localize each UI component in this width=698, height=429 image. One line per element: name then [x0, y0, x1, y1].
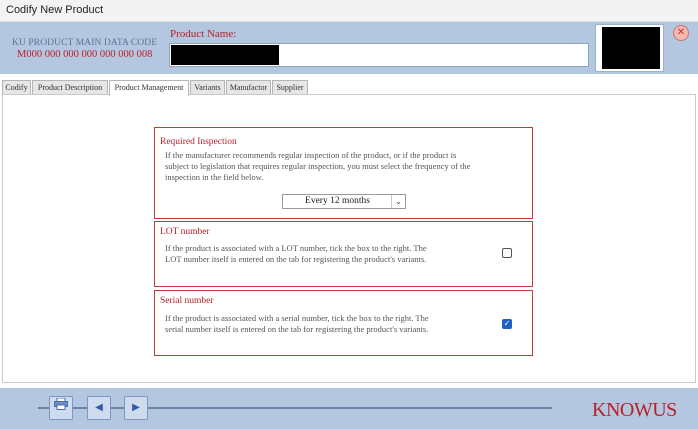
tab-product-management[interactable]: Product Management — [109, 80, 189, 96]
main-data-code-value: M000 000 000 000 000 000 008 — [17, 49, 153, 60]
required-inspection-panel: Required Inspection If the manufacturer … — [154, 127, 533, 219]
lot-number-text-line: LOT number itself is entered on the tab … — [165, 254, 427, 264]
tab-supplier[interactable]: Supplier — [272, 80, 308, 95]
tab-content: Required Inspection If the manufacturer … — [2, 94, 696, 383]
redacted-image — [602, 27, 660, 69]
title-bar: Codify New Product — [0, 0, 698, 22]
serial-number-panel: Serial number If the product is associat… — [154, 290, 533, 356]
lot-number-checkbox[interactable] — [502, 248, 512, 258]
arrow-right-icon[interactable]: ▶ — [124, 396, 148, 420]
inspection-text-line: subject to legislation that requires reg… — [165, 161, 471, 171]
printer-icon[interactable] — [49, 396, 73, 420]
window-title: Codify New Product — [6, 4, 104, 16]
tab-variants[interactable]: Variants — [190, 80, 225, 95]
product-header: KU PRODUCT MAIN DATA CODE M000 000 000 0… — [0, 22, 698, 74]
knowus-logo: KNOWUS — [592, 399, 677, 421]
inspection-title: Required Inspection — [160, 137, 237, 147]
main-data-code-label: KU PRODUCT MAIN DATA CODE — [12, 38, 158, 48]
inspection-frequency-select[interactable]: Every 12 months ⌄ — [282, 194, 406, 209]
serial-number-title: Serial number — [160, 296, 214, 306]
lot-number-panel: LOT number If the product is associated … — [154, 221, 533, 287]
serial-number-text-line: If the product is associated with a seri… — [165, 313, 429, 323]
product-name-label: Product Name: — [170, 28, 237, 40]
inspection-text-line: inspection in the field below. — [165, 172, 264, 182]
product-name-input[interactable] — [169, 43, 589, 67]
tab-codify[interactable]: Codify — [2, 80, 31, 95]
inspection-frequency-value: Every 12 months — [305, 196, 370, 206]
arrow-left-icon[interactable]: ◀ — [87, 396, 111, 420]
tab-manufactor[interactable]: Manufactor — [226, 80, 271, 95]
redacted-product-name — [171, 45, 279, 65]
lot-number-text-line: If the product is associated with a LOT … — [165, 243, 427, 253]
serial-number-text-line: serial number itself is entered on the t… — [165, 324, 429, 334]
footer-bar: ◀ ▶ KNOWUS — [0, 388, 698, 429]
serial-number-checkbox[interactable]: ✓ — [502, 319, 512, 329]
chevron-down-icon[interactable]: ⌄ — [391, 195, 405, 208]
close-icon[interactable]: ✕ — [673, 25, 689, 41]
tab-product-description[interactable]: Product Description — [32, 80, 108, 95]
navigation-track — [38, 407, 552, 409]
tab-bar: Codify Product Description Product Manag… — [0, 80, 698, 96]
printer-glyph — [54, 397, 68, 410]
logo-text: KNOWUS — [592, 399, 677, 421]
inspection-text-line: If the manufacturer recommends regular i… — [165, 150, 457, 160]
product-image[interactable] — [595, 24, 664, 72]
lot-number-title: LOT number — [160, 227, 210, 237]
